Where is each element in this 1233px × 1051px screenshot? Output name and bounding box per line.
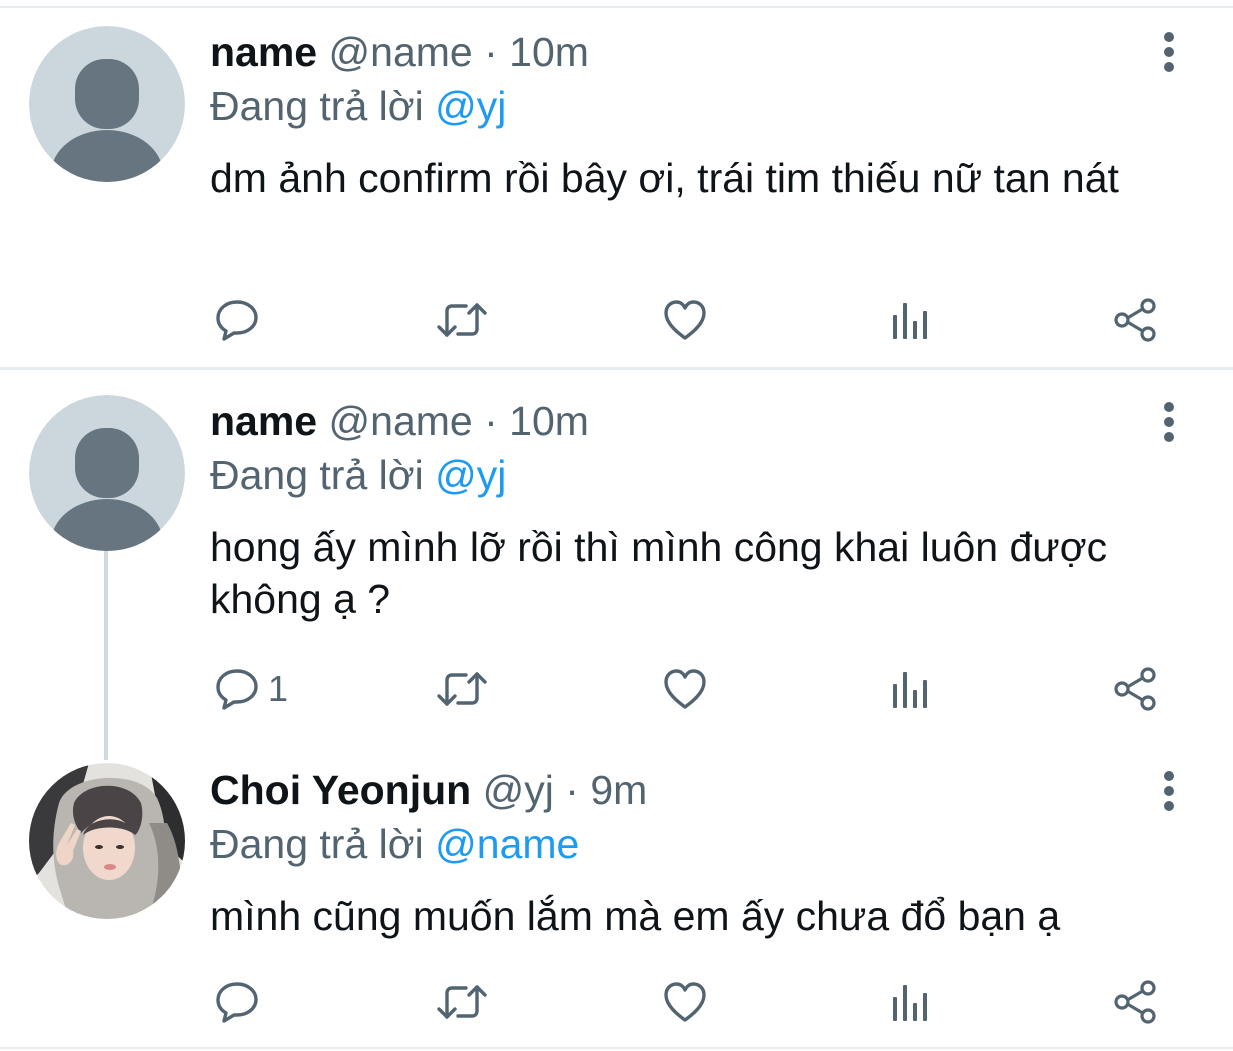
analytics-icon: [893, 672, 927, 708]
more-vertical-icon: [1164, 771, 1174, 811]
tweet-actions: [210, 296, 1170, 344]
tweet-separator: [0, 367, 1233, 370]
views-button[interactable]: [888, 665, 934, 713]
tweet-actions: 1: [210, 665, 1170, 713]
heart-icon: [664, 300, 706, 340]
retweet-button[interactable]: [436, 665, 488, 713]
tweet-actions: [210, 978, 1170, 1026]
more-options-button[interactable]: [1158, 402, 1180, 442]
analytics-icon: [893, 985, 927, 1021]
share-button[interactable]: [1112, 978, 1158, 1026]
author-handle[interactable]: @name: [329, 29, 473, 75]
author-handle[interactable]: @name: [329, 398, 473, 444]
replying-to: Đang trả lời @yj: [210, 451, 506, 499]
tweet-time[interactable]: 10m: [509, 29, 589, 75]
retweet-button[interactable]: [436, 978, 488, 1026]
photo-avatar-icon: [29, 763, 185, 919]
like-button[interactable]: [662, 296, 708, 344]
reply-prefix: Đang trả lời: [210, 821, 424, 867]
more-vertical-icon: [1164, 402, 1174, 442]
reply-button[interactable]: [214, 296, 268, 344]
analytics-icon: [893, 303, 927, 339]
reply-count: 1: [268, 668, 289, 709]
views-button[interactable]: [888, 296, 934, 344]
author-name[interactable]: Choi Yeonjun: [210, 767, 471, 813]
thread-connector-line: [104, 548, 108, 760]
reply-icon: [216, 982, 258, 1023]
tweet-header: name @name · 10m: [210, 397, 589, 445]
author-handle[interactable]: @yj: [483, 767, 554, 813]
reply-prefix: Đang trả lời: [210, 83, 424, 129]
separator-dot: ·: [484, 29, 498, 75]
heart-icon: [664, 669, 706, 709]
bottom-border: [0, 1047, 1233, 1049]
share-icon: [1114, 980, 1156, 1024]
top-border: [0, 6, 1233, 8]
separator-dot: ·: [484, 398, 498, 444]
reply-button[interactable]: 1: [214, 665, 288, 713]
like-button[interactable]: [662, 665, 708, 713]
replying-to: Đang trả lời @name: [210, 820, 579, 868]
more-options-button[interactable]: [1158, 32, 1180, 72]
views-button[interactable]: [888, 978, 934, 1026]
share-icon: [1114, 667, 1156, 711]
reply-icon: [216, 300, 258, 341]
avatar[interactable]: [29, 26, 185, 182]
retweet-icon: [437, 985, 487, 1019]
heart-icon: [664, 982, 706, 1022]
more-options-button[interactable]: [1158, 771, 1180, 811]
share-button[interactable]: [1112, 296, 1158, 344]
like-button[interactable]: [662, 978, 708, 1026]
share-icon: [1114, 298, 1156, 342]
tweet-header: Choi Yeonjun @yj · 9m: [210, 766, 647, 814]
retweet-button[interactable]: [436, 296, 488, 344]
retweet-icon: [437, 303, 487, 337]
default-avatar-icon: [29, 26, 185, 182]
separator-dot: ·: [565, 767, 579, 813]
retweet-icon: [437, 672, 487, 706]
tweet-header: name @name · 10m: [210, 28, 589, 76]
reply-mention[interactable]: @yj: [435, 452, 506, 498]
author-name[interactable]: name: [210, 398, 317, 444]
avatar[interactable]: [29, 763, 185, 919]
default-avatar-icon: [29, 395, 185, 551]
reply-mention[interactable]: @name: [435, 821, 579, 867]
avatar[interactable]: [29, 395, 185, 551]
reply-prefix: Đang trả lời: [210, 452, 424, 498]
author-name[interactable]: name: [210, 29, 317, 75]
tweet-time[interactable]: 9m: [590, 767, 647, 813]
share-button[interactable]: [1112, 665, 1158, 713]
reply-mention[interactable]: @yj: [435, 83, 506, 129]
replying-to: Đang trả lời @yj: [210, 82, 506, 130]
more-vertical-icon: [1164, 32, 1174, 72]
reply-icon: [216, 669, 258, 710]
tweet-text: mình cũng muốn lắm mà em ấy chưa đổ bạn …: [210, 893, 1061, 939]
tweet-text: dm ảnh confirm rồi bây ơi, trái tim thiế…: [210, 155, 1119, 201]
tweet-text: hong ấy mình lỡ rồi thì mình công khai l…: [210, 524, 1108, 622]
tweet-time[interactable]: 10m: [509, 398, 589, 444]
reply-button[interactable]: [214, 978, 268, 1026]
